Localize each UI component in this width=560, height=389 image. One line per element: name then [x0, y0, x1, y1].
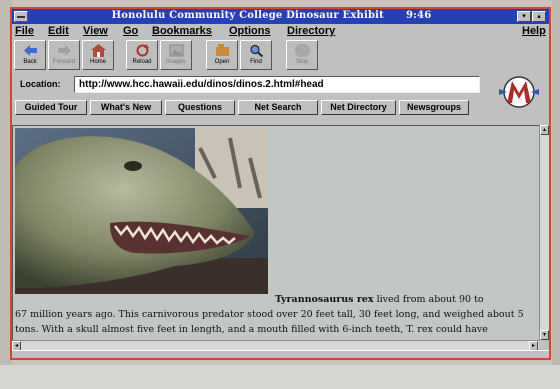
- back-label: Back: [23, 59, 37, 65]
- stop-button[interactable]: Stop: [286, 40, 318, 70]
- menu-directory[interactable]: Directory: [287, 24, 335, 38]
- stop-label: Stop: [295, 59, 309, 65]
- open-button[interactable]: Open: [206, 40, 238, 70]
- background-bottom: [0, 365, 560, 389]
- tyrannosaurus-photo: [15, 128, 268, 294]
- clock: 9:46: [405, 10, 432, 21]
- status-bar: [12, 350, 549, 358]
- net-search-button[interactable]: Net Search: [238, 100, 318, 115]
- menu-file[interactable]: File: [15, 24, 34, 38]
- home-button[interactable]: Home: [82, 40, 114, 70]
- whats-new-button[interactable]: What's New: [90, 100, 162, 115]
- back-arrow-icon: [24, 45, 37, 56]
- article-text: Tyrannosaurus rex lived from about 90 to…: [13, 292, 533, 340]
- browser-window: Honolulu Community College Dinosaur Exhi…: [10, 7, 551, 360]
- find-label: Find: [250, 59, 262, 65]
- forward-label: Forward: [52, 59, 75, 65]
- article-first-line: Tyrannosaurus rex lived from about 90 to: [13, 292, 533, 307]
- location-label: Location:: [20, 79, 61, 89]
- images-icon: [169, 44, 184, 57]
- maximize-button[interactable]: ▴: [532, 11, 546, 22]
- stop-icon: [295, 44, 310, 57]
- menu-edit[interactable]: Edit: [48, 24, 69, 38]
- menu-help[interactable]: Help: [522, 24, 546, 38]
- minimize-icon: ▾: [522, 13, 526, 20]
- questions-button[interactable]: Questions: [165, 100, 235, 115]
- location-input[interactable]: http://www.hcc.hawaii.edu/dinos/dinos.2.…: [74, 76, 480, 93]
- window-title-text: Honolulu Community College Dinosaur Exhi…: [111, 10, 384, 21]
- menu-view[interactable]: View: [83, 24, 108, 38]
- directory-buttons: Guided Tour What's New Questions Net Sea…: [12, 99, 549, 117]
- guided-tour-button[interactable]: Guided Tour: [15, 100, 87, 115]
- window-title: Honolulu Community College Dinosaur Exhi…: [32, 10, 511, 21]
- back-button[interactable]: Back: [14, 40, 46, 70]
- reload-label: Reload: [132, 59, 152, 65]
- maximize-icon: ▴: [537, 13, 541, 20]
- reload-button[interactable]: Reload: [126, 40, 158, 70]
- newsgroups-button[interactable]: Newsgroups: [399, 100, 469, 115]
- menu-bar: File Edit View Go Bookmarks Options Dire…: [12, 24, 549, 38]
- home-label: Home: [89, 59, 106, 65]
- page-content: Tyrannosaurus rex lived from about 90 to…: [12, 125, 539, 340]
- reload-icon: [136, 44, 149, 57]
- first-line-rest: lived from about 90 to: [373, 294, 484, 305]
- minimize-button[interactable]: ▾: [517, 11, 531, 22]
- system-menu-icon[interactable]: [14, 11, 28, 22]
- open-label: Open: [214, 59, 230, 65]
- menu-options[interactable]: Options: [229, 24, 271, 38]
- menu-go[interactable]: Go: [123, 24, 138, 38]
- title-bar: Honolulu Community College Dinosaur Exhi…: [12, 9, 549, 24]
- location-row: Location: http://www.hcc.hawaii.edu/dino…: [12, 74, 549, 98]
- scroll-up-arrow-icon[interactable]: ▴: [540, 125, 549, 135]
- species-name: Tyrannosaurus rex: [275, 294, 374, 305]
- article-paragraph: 67 million years ago. This carnivorous p…: [15, 309, 524, 340]
- toolbar: Back Forward Home Reload Images Open Fin…: [12, 39, 549, 73]
- open-icon: [216, 44, 229, 56]
- forward-button[interactable]: Forward: [48, 40, 80, 70]
- home-icon: [91, 44, 106, 57]
- images-button[interactable]: Images: [160, 40, 192, 70]
- find-button[interactable]: Find: [240, 40, 272, 70]
- vertical-scrollbar[interactable]: ▴ ▾: [539, 125, 549, 340]
- horizontal-scrollbar[interactable]: ◂ ▸: [12, 340, 539, 351]
- forward-arrow-icon: [58, 45, 71, 56]
- background-right: [552, 0, 560, 389]
- images-label: Images: [166, 59, 186, 65]
- menu-bookmarks[interactable]: Bookmarks: [152, 24, 212, 38]
- scroll-down-arrow-icon[interactable]: ▾: [540, 330, 549, 340]
- net-directory-button[interactable]: Net Directory: [321, 100, 396, 115]
- find-icon: [250, 44, 264, 57]
